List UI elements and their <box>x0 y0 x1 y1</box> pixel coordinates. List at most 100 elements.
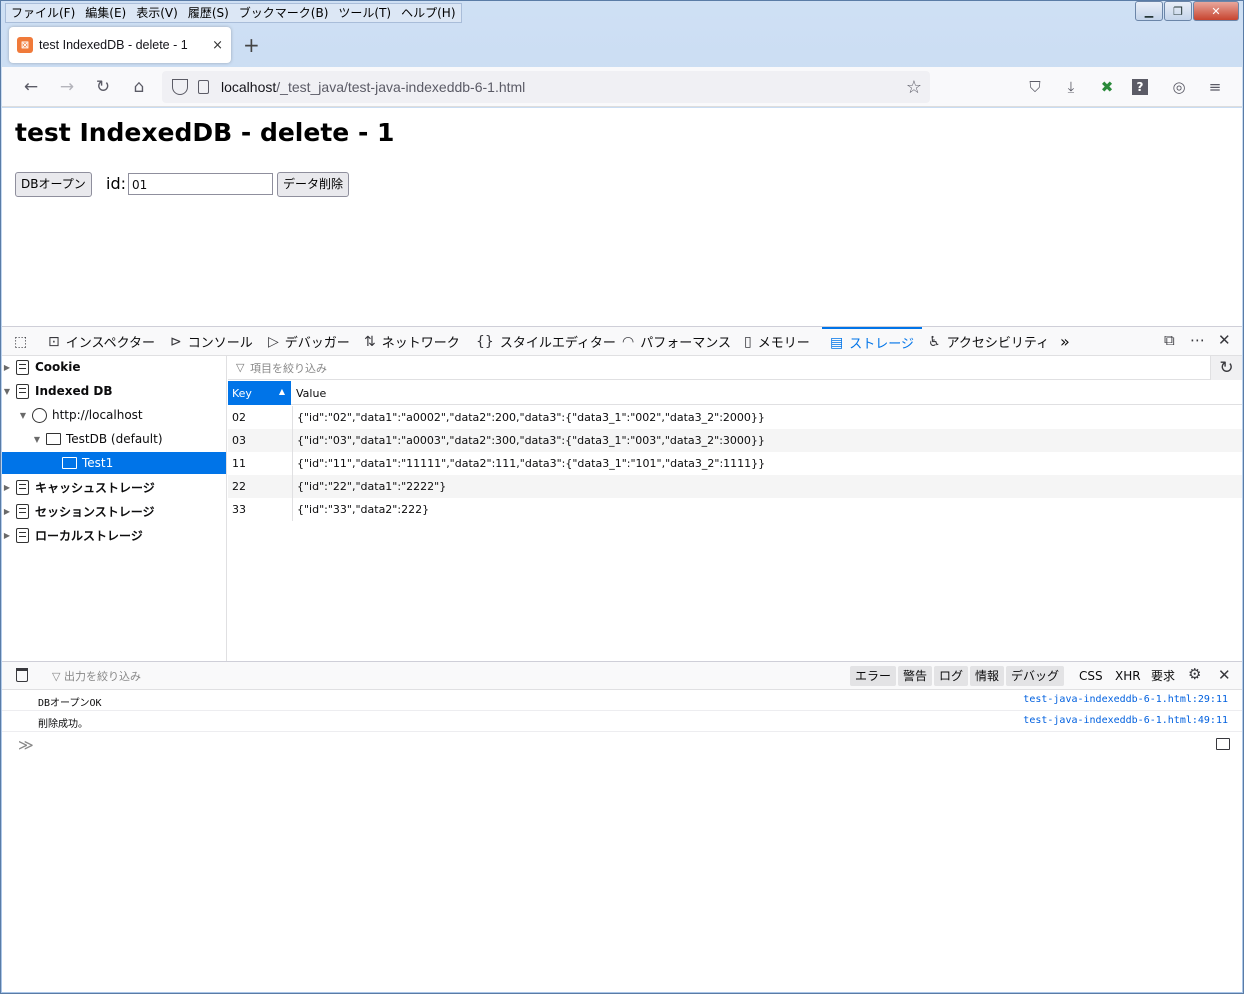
dock-side-icon[interactable]: ⧉ <box>1164 331 1175 349</box>
menu-history[interactable]: 履歴(S) <box>183 4 234 22</box>
menu-bookmarks[interactable]: ブックマーク(B) <box>234 4 334 22</box>
back-icon[interactable]: ← <box>20 76 42 98</box>
bookmark-star-icon[interactable]: ☆ <box>906 77 922 98</box>
collapse-arrow-icon[interactable]: ▼ <box>2 387 12 396</box>
tab-storage[interactable]: ▤ ストレージ <box>822 327 922 356</box>
filter-info-button[interactable]: 情報 <box>970 666 1005 686</box>
console-sidebar-toggle-icon[interactable] <box>1216 738 1230 750</box>
console-input-prompt[interactable]: ≫ <box>18 736 34 754</box>
message-source-link[interactable]: test-java-indexeddb-6-1.html:29:11 <box>1023 694 1228 705</box>
tab-performance[interactable]: ◠ パフォーマンス <box>622 327 731 356</box>
tab-inspector[interactable]: ⊡ インスペクター <box>48 327 155 356</box>
filter-css-button[interactable]: CSS <box>1074 666 1108 686</box>
tab-network[interactable]: ⇅ ネットワーク <box>364 327 460 356</box>
console-settings-gear-icon[interactable]: ⚙ <box>1188 665 1201 683</box>
menu-view[interactable]: 表示(V) <box>131 4 183 22</box>
filter-logs-button[interactable]: ログ <box>934 666 969 686</box>
memory-icon: ▯ <box>744 333 752 350</box>
tree-item-cache-storage[interactable]: ▶ キャッシュストレージ <box>2 476 226 498</box>
menu-file[interactable]: ファイル(F) <box>6 4 80 22</box>
download-icon[interactable]: ⤓ <box>1060 76 1082 98</box>
close-window-button[interactable]: ✕ <box>1193 1 1239 21</box>
filter-xhr-button[interactable]: XHR <box>1110 666 1146 686</box>
help-extension-icon[interactable]: ? <box>1132 79 1148 95</box>
filter-requests-button[interactable]: 要求 <box>1146 666 1180 686</box>
window-controls: ▁ ❐ ✕ <box>1135 1 1239 21</box>
table-row[interactable]: 03 {"id":"03","data1":"a0003","data2":300… <box>228 429 1242 452</box>
table-row[interactable]: 11 {"id":"11","data1":"11111","data2":111… <box>228 452 1242 475</box>
tree-item-local-storage[interactable]: ▶ ローカルストレージ <box>2 524 226 546</box>
page-title: test IndexedDB - delete - 1 <box>15 118 395 147</box>
filter-errors-button[interactable]: エラー <box>850 666 897 686</box>
menu-edit[interactable]: 編集(E) <box>80 4 131 22</box>
extension-icon[interactable]: ✖ <box>1096 76 1118 98</box>
filter-warnings-button[interactable]: 警告 <box>898 666 933 686</box>
storage-tree: ▶ Cookie ▼ Indexed DB ▼ http://localhost ▼ T… <box>2 356 227 661</box>
menu-tools[interactable]: ツール(T) <box>333 4 396 22</box>
tab-title: test IndexedDB - delete - 1 <box>39 38 188 52</box>
url-text[interactable]: localhost/_test_java/test-java-indexeddb… <box>221 79 906 95</box>
storage-filter-input[interactable]: 項目を絞り込み <box>250 360 327 376</box>
more-tabs-icon[interactable]: » <box>1060 327 1070 356</box>
url-bar[interactable]: localhost/_test_java/test-java-indexeddb… <box>162 71 930 103</box>
tab-accessibility[interactable]: ♿ アクセシビリティ <box>928 327 1049 356</box>
filter-debug-button[interactable]: デバッグ <box>1006 666 1065 686</box>
close-devtools-icon[interactable]: ✕ <box>1218 331 1231 349</box>
delete-data-button[interactable]: データ削除 <box>277 172 350 197</box>
collapse-arrow-icon[interactable]: ▼ <box>32 435 42 444</box>
table-row[interactable]: 33 {"id":"33","data2":222} <box>228 498 1242 521</box>
account-icon[interactable]: ◎ <box>1168 76 1190 98</box>
menu-help[interactable]: ヘルプ(H) <box>396 4 460 22</box>
tree-item-origin[interactable]: ▼ http://localhost <box>2 404 226 426</box>
page-info-icon[interactable] <box>198 80 209 94</box>
tree-label: ローカルストレージ <box>35 528 143 543</box>
refresh-icon[interactable]: ↻ <box>1210 356 1242 380</box>
key-cell: 22 <box>232 480 246 493</box>
tree-item-object-store[interactable]: Test1 <box>2 452 226 474</box>
id-input[interactable]: 01 <box>128 173 273 195</box>
collapse-arrow-icon[interactable]: ▼ <box>18 411 28 420</box>
expand-arrow-icon[interactable]: ▶ <box>2 507 12 516</box>
value-cell: {"id":"02","data1":"a0002","data2":200,"… <box>292 406 769 429</box>
console-message: DBオープンOK test-java-indexeddb-6-1.html:29… <box>2 690 1242 711</box>
column-header-key[interactable]: Key ▲ <box>228 381 291 405</box>
tab-memory[interactable]: ▯ メモリー <box>744 327 810 356</box>
element-picker-icon[interactable]: ⬚ <box>14 327 33 356</box>
close-console-icon[interactable]: ✕ <box>1218 666 1231 684</box>
trash-icon[interactable] <box>16 668 28 682</box>
console-filter-input[interactable]: ▽ 出力を絞り込み <box>52 668 141 684</box>
tab-close-icon[interactable]: × <box>212 38 223 53</box>
shield-icon[interactable] <box>172 79 188 95</box>
more-options-icon[interactable]: ⋯ <box>1190 331 1205 349</box>
table-row[interactable]: 02 {"id":"02","data1":"a0002","data2":200… <box>228 406 1242 429</box>
menu-icon[interactable]: ≡ <box>1204 76 1226 98</box>
minimize-button[interactable]: ▁ <box>1135 1 1163 21</box>
globe-icon <box>32 407 47 423</box>
tree-item-session-storage[interactable]: ▶ セッションストレージ <box>2 500 226 522</box>
maximize-button[interactable]: ❐ <box>1164 1 1192 21</box>
split-console: ▽ 出力を絞り込み エラー 警告 ログ 情報 デバッグ CSS XHR 要求 ⚙… <box>2 661 1242 993</box>
column-header-value[interactable]: Value <box>296 387 326 400</box>
home-icon[interactable]: ⌂ <box>128 76 150 98</box>
message-source-link[interactable]: test-java-indexeddb-6-1.html:49:11 <box>1023 715 1228 726</box>
new-tab-icon[interactable]: + <box>243 33 260 57</box>
key-cell: 33 <box>232 503 246 516</box>
message-text: DBオープンOK <box>38 698 102 709</box>
expand-arrow-icon[interactable]: ▶ <box>2 363 12 372</box>
forward-icon[interactable]: → <box>56 76 78 98</box>
table-row[interactable]: 22 {"id":"22","data1":"2222"} <box>228 475 1242 498</box>
browser-tab[interactable]: ⊠ test IndexedDB - delete - 1 × <box>9 27 231 63</box>
reload-icon[interactable]: ↻ <box>92 76 114 98</box>
expand-arrow-icon[interactable]: ▶ <box>2 531 12 540</box>
tab-console[interactable]: ⊳ コンソール <box>170 327 253 356</box>
tree-item-cookie[interactable]: ▶ Cookie <box>2 356 226 378</box>
db-open-button[interactable]: DBオープン <box>15 172 92 197</box>
expand-arrow-icon[interactable]: ▶ <box>2 483 12 492</box>
tab-label: メモリー <box>757 336 810 351</box>
tree-item-indexed-db[interactable]: ▼ Indexed DB <box>2 380 226 402</box>
menu-bar: ファイル(F) 編集(E) 表示(V) 履歴(S) ブックマーク(B) ツール(… <box>5 3 462 23</box>
tree-item-database[interactable]: ▼ TestDB (default) <box>2 428 226 450</box>
tab-debugger[interactable]: ▷ デバッガー <box>268 327 350 356</box>
pocket-icon[interactable]: ⛉ <box>1024 76 1046 98</box>
tab-style-editor[interactable]: {} スタイルエディター <box>476 327 616 356</box>
